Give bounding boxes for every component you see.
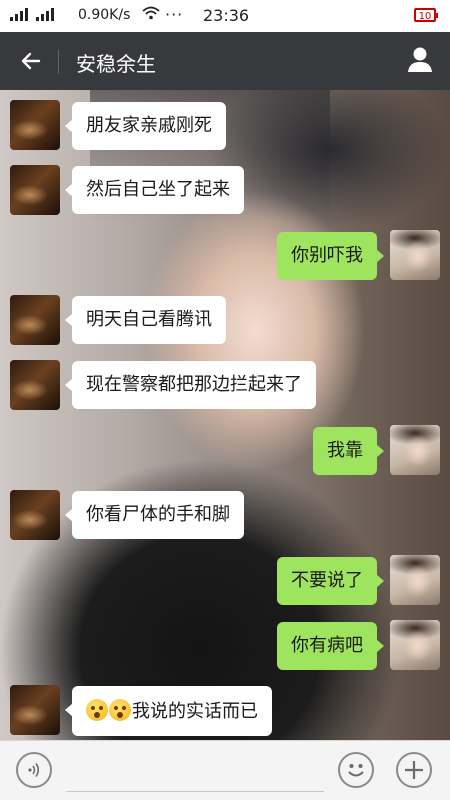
more-options-button[interactable] (396, 752, 432, 788)
more-status-dots: ··· (165, 5, 184, 24)
voice-button[interactable] (16, 752, 52, 788)
message-bubble-outgoing[interactable]: 不要说了 (277, 557, 384, 605)
message-bubble-incoming[interactable]: 然后自己坐了起来 (65, 166, 244, 214)
contact-avatar[interactable] (10, 360, 60, 410)
message-bubble-incoming[interactable]: 现在警察都把那边拦起来了 (65, 361, 316, 409)
arrow-left-icon (21, 52, 41, 70)
contact-avatar[interactable] (10, 685, 60, 735)
message-bubble-outgoing[interactable]: 我靠 (313, 427, 384, 475)
chat-header: 安稳余生 (0, 32, 450, 90)
back-button[interactable] (16, 46, 46, 76)
battery-icon: 10 (414, 8, 438, 22)
voice-icon (28, 763, 40, 777)
message-input[interactable] (66, 749, 324, 792)
emoji-button[interactable] (338, 752, 374, 788)
dizzy-face-emoji (86, 699, 108, 721)
plus-icon (405, 761, 423, 779)
contact-profile-button[interactable] (404, 44, 436, 76)
message-bubble-incoming[interactable]: 你看尸体的手和脚 (65, 491, 244, 539)
my-avatar[interactable] (390, 230, 440, 280)
clock: 23:36 (203, 6, 250, 25)
message-bubble-outgoing[interactable]: 你别吓我 (277, 232, 384, 280)
signal-icon (10, 8, 60, 21)
message-bubble-incoming[interactable]: 朋友家亲戚刚死 (65, 102, 226, 150)
smiley-icon (348, 764, 364, 777)
contact-avatar[interactable] (10, 100, 60, 150)
my-avatar[interactable] (390, 425, 440, 475)
header-divider (58, 50, 59, 74)
wifi-icon (142, 5, 160, 24)
my-avatar[interactable] (390, 555, 440, 605)
contact-avatar[interactable] (10, 295, 60, 345)
contact-avatar[interactable] (10, 165, 60, 215)
message-text: 我说的实话而已 (132, 701, 258, 722)
contact-name: 安稳余生 (76, 52, 156, 76)
person-icon (408, 47, 432, 72)
status-bar: 0.90K/s ··· 23:36 10 (0, 0, 450, 32)
network-speed: 0.90K/s (78, 7, 131, 23)
input-toolbar (0, 740, 450, 800)
message-bubble-incoming[interactable]: 明天自己看腾讯 (65, 296, 226, 344)
dizzy-face-emoji (109, 699, 131, 721)
message-bubble-incoming[interactable]: 我说的实话而已 (65, 686, 272, 736)
contact-avatar[interactable] (10, 490, 60, 540)
my-avatar[interactable] (390, 620, 440, 670)
message-bubble-outgoing[interactable]: 你有病吧 (277, 622, 384, 670)
chat-area[interactable]: 朋友家亲戚刚死 然后自己坐了起来 你别吓我 明天自己看腾讯 现在警察都把那边拦起… (0, 90, 450, 740)
